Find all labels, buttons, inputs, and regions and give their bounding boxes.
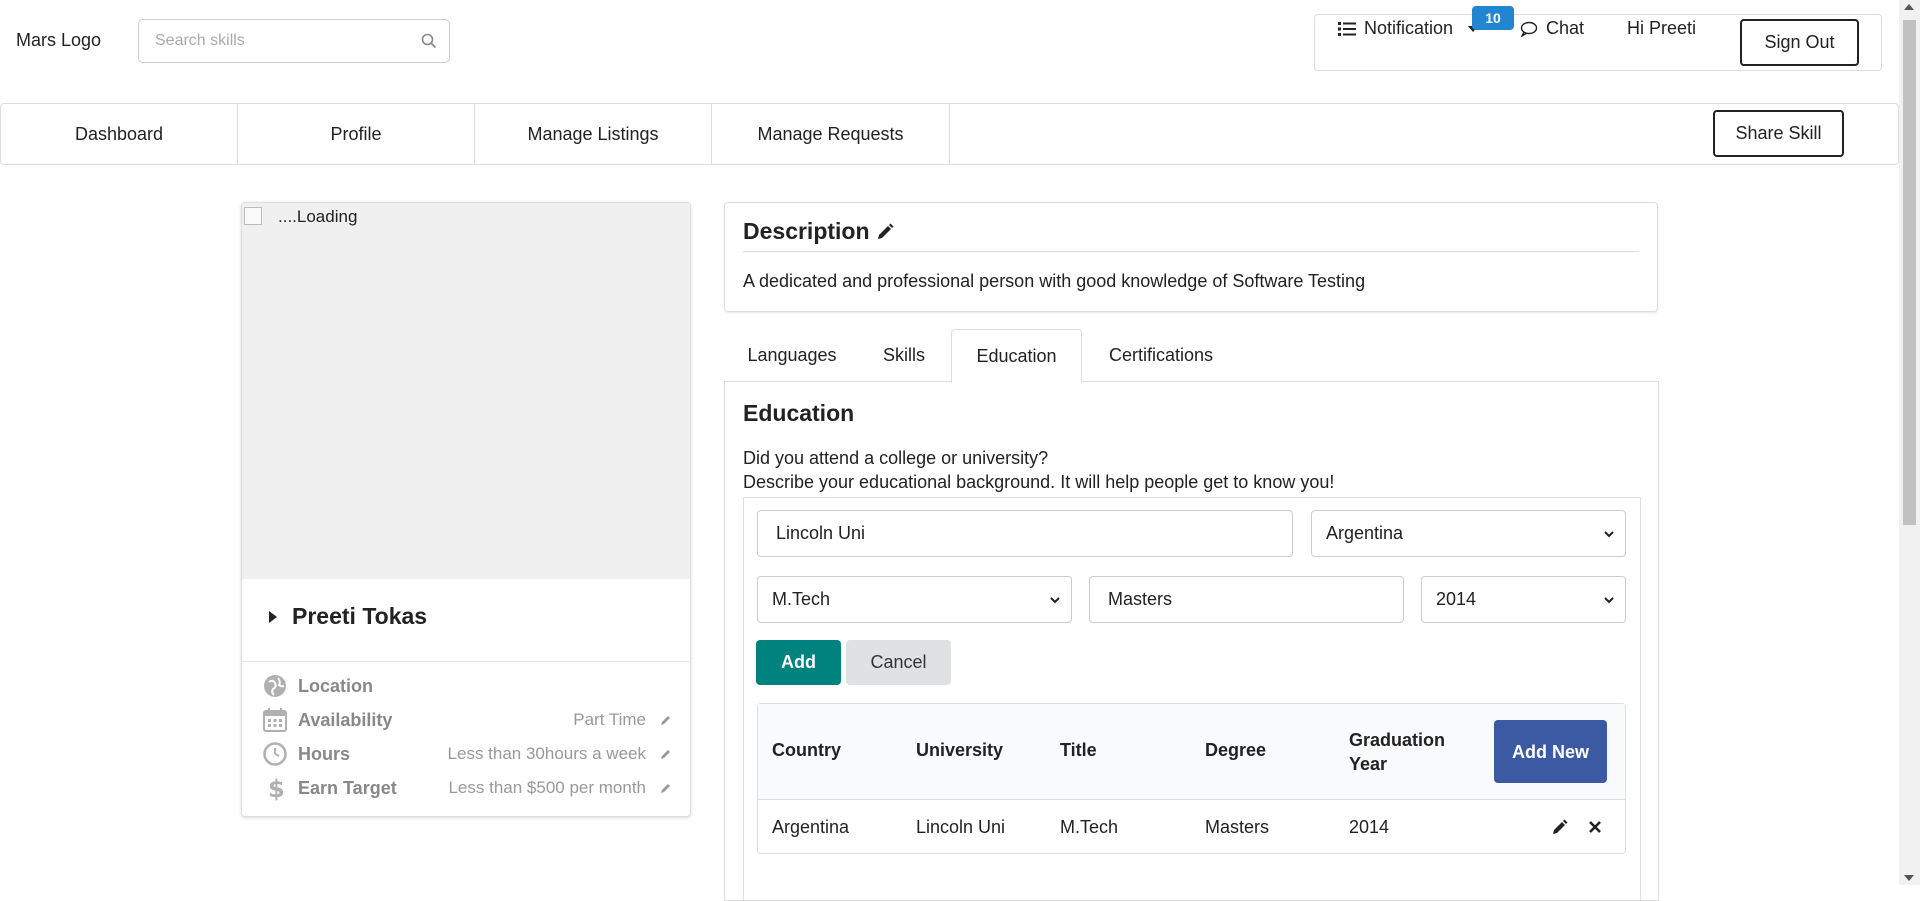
description-heading: Description <box>743 218 894 245</box>
profile-image: ....Loading <box>242 203 690 579</box>
availability-row: Availability Part Time <box>262 705 672 735</box>
location-row: Location <box>262 671 672 701</box>
main-nav: Dashboard Profile Manage Listings Manage… <box>0 103 1899 165</box>
search-input[interactable] <box>139 20 409 62</box>
col-degree: Degree <box>1205 740 1267 760</box>
cancel-button[interactable]: Cancel <box>846 640 951 685</box>
title-value: M.Tech <box>772 589 831 609</box>
hours-value: Less than 30hours a week <box>447 744 646 763</box>
earn-target-value: Less than $500 per month <box>448 778 646 797</box>
scroll-down-arrow-icon[interactable] <box>1904 875 1914 881</box>
tab-languages[interactable]: Languages <box>731 329 853 382</box>
chat-icon <box>1520 21 1538 37</box>
title-select[interactable]: M.Tech <box>757 576 1072 623</box>
col-university: University <box>916 740 1004 760</box>
edit-row-icon[interactable] <box>1552 819 1568 835</box>
education-prompt: Did you attend a college or university? <box>743 448 1049 468</box>
globe-icon <box>264 675 286 697</box>
nav-profile[interactable]: Profile <box>238 104 475 164</box>
nav-manage-requests[interactable]: Manage Requests <box>712 104 950 164</box>
profile-name: Preeti Tokas <box>292 603 428 629</box>
tab-certifications[interactable]: Certifications <box>1094 329 1228 382</box>
tab-skills[interactable]: Skills <box>864 329 944 382</box>
cell-year: 2014 <box>1349 817 1390 837</box>
clock-icon <box>263 742 287 766</box>
scrollbar-thumb[interactable] <box>1903 20 1916 525</box>
education-heading: Education <box>743 400 855 426</box>
degree-input[interactable]: Masters <box>1089 576 1404 623</box>
col-country: Country <box>772 740 841 760</box>
col-graduation-year: Graduation Year <box>1349 730 1446 774</box>
caret-right-icon <box>269 610 277 623</box>
education-table: Country University Title Degree Graduati… <box>757 703 1626 854</box>
add-new-button[interactable]: Add New <box>1494 720 1607 783</box>
notification-count-badge: 10 <box>1472 6 1514 30</box>
year-select[interactable]: 2014 <box>1421 576 1626 623</box>
share-skill-button[interactable]: Share Skill <box>1713 110 1844 157</box>
user-greeting[interactable]: Hi Preeti <box>1627 18 1696 39</box>
edit-availability-icon[interactable] <box>660 714 672 726</box>
nav-manage-listings[interactable]: Manage Listings <box>475 104 712 164</box>
chat-label: Chat <box>1546 18 1585 38</box>
description-text: A dedicated and professional person with… <box>743 271 1366 291</box>
profile-card: ....Loading Preeti Tokas Location Availa… <box>241 202 691 817</box>
cell-university: Lincoln Uni <box>916 817 1006 837</box>
year-value: 2014 <box>1436 589 1477 609</box>
search-box[interactable] <box>138 19 450 63</box>
card-divider <box>242 661 690 662</box>
scroll-up-arrow-icon[interactable] <box>1904 4 1914 10</box>
description-card: Description A dedicated and professional… <box>724 202 1658 312</box>
notification-dropdown[interactable]: Notification <box>1338 18 1479 39</box>
country-select[interactable]: Argentina <box>1311 510 1626 557</box>
notification-label: Notification <box>1364 18 1454 38</box>
education-help-text: Describe your educational background. It… <box>743 472 1335 492</box>
cell-country: Argentina <box>772 817 850 837</box>
broken-image-icon <box>244 207 262 225</box>
page-scrollbar[interactable] <box>1899 0 1920 885</box>
greeting-text: Hi Preeti <box>1627 18 1697 38</box>
edit-hours-icon[interactable] <box>660 748 672 760</box>
location-label: Location <box>298 675 373 696</box>
sign-out-button[interactable]: Sign Out <box>1740 19 1859 66</box>
cell-title: M.Tech <box>1060 817 1119 837</box>
university-input[interactable]: Lincoln Uni <box>757 510 1293 557</box>
calendar-icon <box>263 708 287 732</box>
dollar-icon: $ <box>268 775 285 801</box>
add-education-button[interactable]: Add <box>756 640 841 685</box>
delete-row-icon[interactable] <box>1587 819 1603 835</box>
col-title: Title <box>1060 740 1097 760</box>
availability-value: Part Time <box>573 710 646 729</box>
description-title: Description <box>743 218 870 244</box>
chevron-down-icon <box>1050 597 1060 604</box>
earn-target-row: $ Earn Target Less than $500 per month <box>262 773 672 803</box>
description-divider <box>743 251 1639 252</box>
chevron-down-icon <box>1604 597 1614 604</box>
profile-name-toggle[interactable]: Preeti Tokas <box>268 603 427 630</box>
list-icon <box>1338 21 1356 36</box>
mars-logo[interactable]: Mars Logo <box>16 30 101 51</box>
edit-earn-target-icon[interactable] <box>660 782 672 794</box>
svg-text:$: $ <box>268 775 285 801</box>
image-alt-text: ....Loading <box>278 207 358 226</box>
edit-description-icon[interactable] <box>876 223 894 241</box>
nav-dashboard[interactable]: Dashboard <box>1 104 238 164</box>
tab-education[interactable]: Education <box>951 329 1082 383</box>
hours-row: Hours Less than 30hours a week <box>262 739 672 769</box>
chat-link[interactable]: Chat <box>1520 18 1584 39</box>
chevron-down-icon <box>1604 531 1614 538</box>
table-header: Country University Title Degree Graduati… <box>758 704 1625 800</box>
hours-label: Hours <box>298 743 351 764</box>
country-value: Argentina <box>1326 523 1404 543</box>
cell-degree: Masters <box>1205 817 1270 837</box>
earn-target-label: Earn Target <box>298 777 397 798</box>
availability-label: Availability <box>298 709 393 730</box>
search-icon[interactable] <box>421 33 437 49</box>
